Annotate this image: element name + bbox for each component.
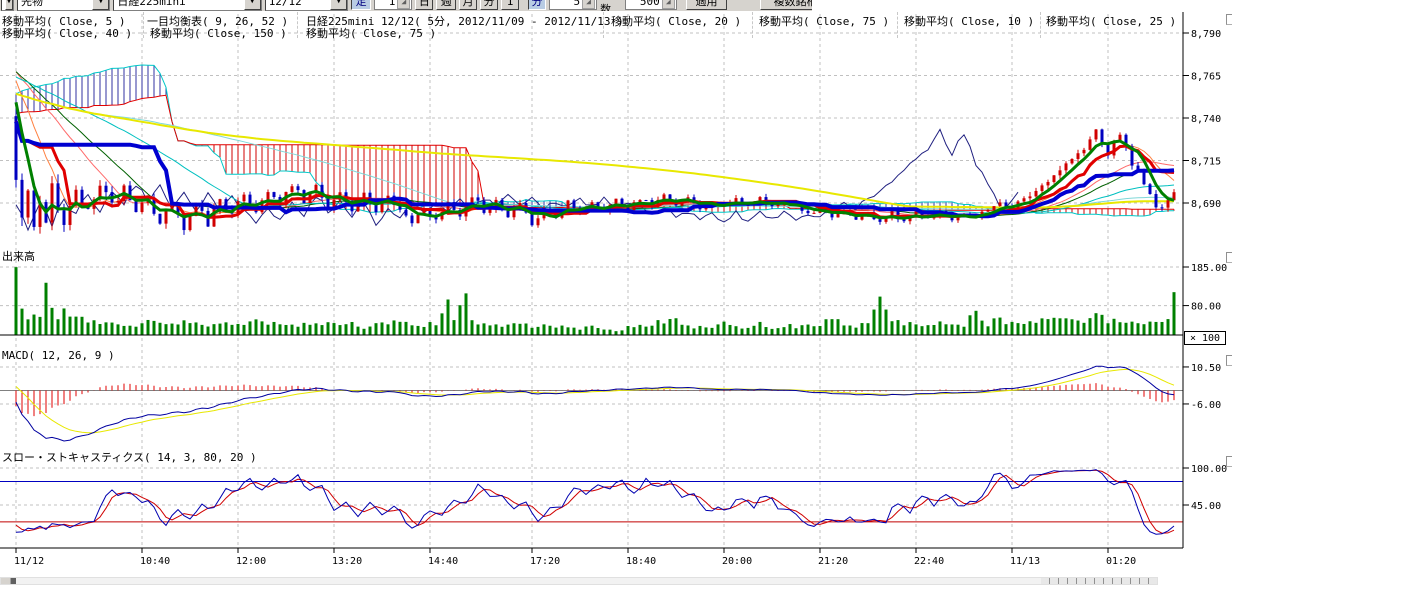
chart-window: ▼ 先物 ▼ 日経225mini ▼ 12/12 ▼ 足 1 ◢ 日 週 月 分… — [0, 0, 1420, 602]
legend-item: 移動平均( Close, 75 ) — [306, 25, 436, 41]
legend-item: 移動平均( Close, 20 ) — [611, 13, 741, 29]
legend-item: 移動平均( Close, 10 ) — [904, 13, 1034, 29]
legend-item: 移動平均( Close, 40 ) — [2, 25, 132, 41]
scrollbar-segment-track[interactable] — [1041, 578, 1157, 584]
stochastics-panel — [0, 470, 1183, 535]
axis-label: 12:00 — [236, 556, 266, 567]
axis-label: 21:20 — [818, 556, 848, 567]
panel-handle-icon[interactable] — [1226, 355, 1232, 366]
axis-label: 10.50 — [1191, 363, 1221, 374]
axis-label: 185.00 — [1191, 263, 1227, 274]
legend-separator — [897, 12, 899, 38]
legend-item: 移動平均( Close, 150 ) — [150, 25, 287, 41]
chart-plot-area[interactable]: 8,790 8,765 8,740 8,715 8,690 185.00 80.00 10.5… — [0, 0, 1420, 602]
axis-label: 20:00 — [722, 556, 752, 567]
legend-item: 移動平均( Close, 75 ) — [759, 13, 889, 29]
legend-separator — [1040, 12, 1042, 38]
volume-panel-label: 出来高 — [2, 248, 35, 264]
legend-separator — [297, 12, 299, 38]
axis-label: 22:40 — [914, 556, 944, 567]
axis-label: 100.00 — [1191, 464, 1227, 475]
axis-label: 8,690 — [1191, 199, 1221, 210]
axis-label: -6.00 — [1191, 400, 1221, 411]
axis-label: 11/12 — [14, 556, 44, 567]
axis-label: 11/13 — [1010, 556, 1040, 567]
axis-label: 45.00 — [1191, 501, 1221, 512]
volume-multiplier-box: × 100 — [1184, 331, 1226, 345]
panel-handle-icon[interactable] — [1226, 456, 1232, 467]
axis-label: 13:20 — [332, 556, 362, 567]
panel-handle-icon[interactable] — [1226, 252, 1232, 263]
axis-label: 01:20 — [1106, 556, 1136, 567]
axis-label: 8,740 — [1191, 114, 1221, 125]
price-panel — [15, 65, 1176, 235]
panel-handle-icon[interactable] — [1226, 14, 1232, 25]
volume-panel — [0, 267, 1183, 335]
axis-label: 8,790 — [1191, 29, 1221, 40]
legend-separator — [143, 12, 145, 38]
legend-separator — [752, 12, 754, 38]
stoch-panel-label: スロー・ストキャスティクス( 14, 3, 80, 20 ) — [2, 449, 257, 465]
macd-panel — [0, 366, 1183, 441]
axis-label: 14:40 — [428, 556, 458, 567]
axis-label: 8,715 — [1191, 157, 1221, 168]
scrollbar-thumb[interactable] — [11, 578, 16, 584]
axis-label: 10:40 — [140, 556, 170, 567]
axis-label: 8,765 — [1191, 72, 1221, 83]
legend-item: 移動平均( Close, 25 ) — [1046, 13, 1176, 29]
axis-label: 18:40 — [626, 556, 656, 567]
legend-separator — [603, 12, 605, 38]
horizontal-scrollbar[interactable] — [0, 577, 1158, 585]
axis-label: 17:20 — [530, 556, 560, 567]
macd-panel-label: MACD( 12, 26, 9 ) — [2, 349, 115, 362]
axes: 8,790 8,765 8,740 8,715 8,690 185.00 80.00 10.5… — [0, 12, 1227, 567]
scrollbar-left-arrow[interactable] — [1, 578, 11, 584]
axis-label: 80.00 — [1191, 302, 1221, 313]
gridlines — [0, 14, 1183, 548]
